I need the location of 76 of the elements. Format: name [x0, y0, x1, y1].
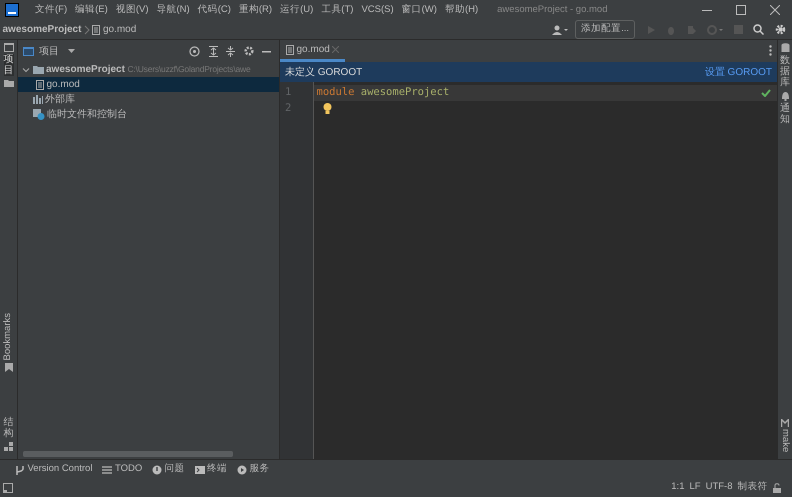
menu-item[interactable]: 编辑(E)	[71, 2, 112, 18]
menu-item[interactable]: 视图(V)	[112, 2, 152, 18]
app-logo-icon	[5, 3, 19, 17]
folder-icon	[4, 78, 14, 86]
panel-title[interactable]: 项目	[39, 44, 59, 58]
panel-icon	[4, 42, 14, 52]
menu-item[interactable]: 窗口(W)	[398, 2, 441, 18]
database-icon	[780, 42, 790, 52]
lightbulb-icon[interactable]	[322, 103, 332, 114]
code-line: module awesomeProject	[316, 84, 450, 100]
menu-item[interactable]: 文件(F)	[31, 2, 72, 18]
status-item[interactable]: LF	[689, 480, 701, 495]
tool-window-button[interactable]: 问题	[152, 462, 185, 477]
status-item[interactable]: 制表符	[738, 480, 768, 495]
add-configuration-button[interactable]: 添加配置...	[575, 20, 635, 39]
settings-icon[interactable]	[244, 46, 254, 56]
menu-item[interactable]: 帮助(H)	[440, 2, 482, 18]
layout-icon[interactable]	[2, 482, 12, 492]
menu-item[interactable]: 导航(N)	[152, 2, 194, 18]
file-icon	[286, 44, 294, 54]
scratch-icon	[32, 109, 44, 120]
file-icon	[92, 24, 100, 34]
tool-window-label[interactable]: Bookmarks	[1, 312, 16, 360]
lock-icon[interactable]	[772, 482, 782, 492]
breadcrumb-item[interactable]: awesomeProject	[2, 22, 82, 37]
chevron-icon	[84, 24, 90, 34]
status-item[interactable]: 1:1	[671, 480, 684, 495]
tool-window-button[interactable]: TODO	[102, 462, 142, 477]
tool-window-label[interactable]: 结构	[4, 417, 14, 439]
tool-window-label[interactable]: 项目	[4, 54, 14, 76]
tree-item[interactable]: 外部库	[18, 92, 279, 107]
tool-window-label[interactable]: 通知	[780, 103, 790, 125]
banner-link[interactable]: 设置 GOROOT	[704, 64, 772, 80]
tool-window-button[interactable]: 终端	[194, 462, 228, 477]
play-icon	[237, 464, 248, 474]
check-icon	[761, 88, 771, 96]
more-icon[interactable]	[769, 45, 772, 56]
window-title: awesomeProject - go.mod	[497, 2, 608, 17]
tool-window-button[interactable]: 服务	[237, 462, 270, 477]
close-icon[interactable]	[770, 5, 780, 15]
panel-icon	[23, 46, 34, 56]
tool-window-label[interactable]: make	[778, 429, 792, 452]
tree-item[interactable]: go.mod	[18, 77, 279, 92]
locate-icon[interactable]	[189, 46, 200, 56]
list-icon	[102, 464, 112, 474]
menu-item[interactable]: 代码(C)	[194, 2, 235, 18]
collapse-all-icon[interactable]	[226, 46, 235, 56]
caret-icon[interactable]	[68, 49, 74, 53]
tree-item[interactable]: awesomeProject C:\Users\uzzf\GolandProjects\awe	[18, 62, 279, 77]
tree-item[interactable]: 临时文件和控制台	[18, 107, 279, 122]
structure-icon	[4, 442, 13, 450]
horizontal-scrollbar[interactable]	[23, 450, 233, 456]
chevron-down-icon[interactable]	[22, 66, 30, 74]
menu-item[interactable]: 运行(U)	[276, 2, 318, 18]
breadcrumb-item[interactable]: go.mod	[102, 22, 136, 37]
warning-icon	[152, 464, 162, 474]
user-icon[interactable]	[552, 24, 568, 34]
menu-item[interactable]: 工具(T)	[317, 2, 358, 18]
menu-item[interactable]: VCS(S)	[357, 2, 398, 18]
status-item[interactable]: UTF-8	[706, 480, 732, 495]
bell-icon	[780, 90, 790, 100]
terminal-icon	[194, 464, 205, 474]
tool-window-button[interactable]: Version Control	[15, 462, 92, 477]
m-icon	[781, 418, 789, 427]
banner-message: 未定义 GOROOT	[285, 66, 362, 80]
tool-window-label[interactable]: 数据库	[780, 55, 790, 88]
file-icon	[36, 80, 44, 90]
search-icon[interactable]	[753, 24, 764, 35]
expand-all-icon[interactable]	[208, 46, 218, 56]
bookmark-icon	[4, 363, 12, 372]
library-icon	[32, 95, 42, 104]
maximize-icon[interactable]	[736, 5, 746, 15]
menu-item[interactable]: 重构(R)	[234, 2, 276, 18]
branch-icon	[15, 464, 25, 474]
settings-icon[interactable]	[774, 24, 786, 35]
folder-icon	[32, 65, 44, 74]
